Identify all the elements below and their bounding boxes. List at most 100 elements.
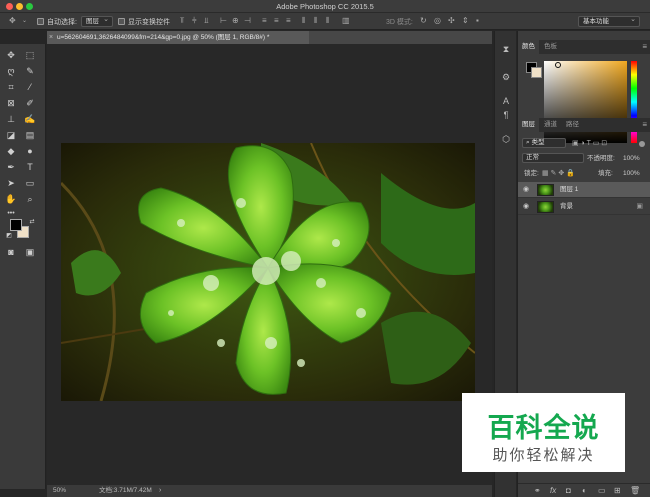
path-selection-tool-icon[interactable]: ➤ xyxy=(4,177,18,190)
link-layers-icon[interactable]: ⚭ xyxy=(534,485,541,497)
distribute-hcenter-icon[interactable]: ⦀ xyxy=(314,16,318,26)
auto-select-checkbox[interactable]: 自动选择: xyxy=(37,17,77,27)
chevron-down-icon[interactable]: ⌄ xyxy=(22,16,27,26)
distribute-bottom-icon[interactable]: ≡ xyxy=(286,16,291,26)
blur-tool-icon[interactable]: ◆ xyxy=(4,145,18,158)
layer-name[interactable]: 背景 xyxy=(560,199,573,215)
search-icon: ⌕ xyxy=(526,139,530,146)
filter-toggle-icons[interactable]: ▣ ◑ T ▭ ⊡ xyxy=(572,137,607,150)
distribute-top-icon[interactable]: ≡ xyxy=(262,16,267,26)
eye-icon[interactable]: ◉ xyxy=(523,182,529,198)
toolbox: ✥ ⬚ ღ ✎ ⌗ ⁄ ⊠ ✐ ⊥ ✍ ◪ ▤ ◆ ● ✒ T ➤ ▭ ✋ ⌕ … xyxy=(0,44,46,489)
layer-thumbnail xyxy=(537,184,554,196)
add-mask-icon[interactable]: ◘ xyxy=(566,485,571,497)
tab-layers[interactable]: 图层 xyxy=(518,118,539,132)
fill-value[interactable]: 100% xyxy=(623,167,640,180)
layer-thumbnail xyxy=(537,201,554,213)
pen-tool-icon[interactable]: ✒ xyxy=(4,161,18,174)
document-tab-bar: × u=562604691,3626484099&fm=214&gp=0.jpg… xyxy=(47,31,492,44)
3d-panel-icon[interactable]: ⬡ xyxy=(500,133,512,145)
quick-mask-icon[interactable]: ◙ xyxy=(4,246,18,259)
healing-brush-tool-icon[interactable]: ⊠ xyxy=(4,97,18,110)
gradient-tool-icon[interactable]: ▤ xyxy=(23,129,37,142)
history-panel-icon[interactable]: ⧗ xyxy=(500,43,512,55)
new-layer-icon[interactable]: ⊞ xyxy=(614,485,621,497)
fill-label: 填充: xyxy=(598,170,613,177)
align-left-icon[interactable]: ⊢ xyxy=(220,16,227,26)
auto-select-dropdown[interactable]: 图层 xyxy=(81,15,113,27)
paragraph-panel-icon[interactable]: ¶ xyxy=(500,109,512,121)
quick-select-tool-icon[interactable]: ✎ xyxy=(23,65,37,78)
layer-row[interactable]: ◉ 图层 1 xyxy=(518,182,650,198)
eye-icon[interactable]: ◉ xyxy=(523,199,529,215)
dodge-tool-icon[interactable]: ● xyxy=(23,145,37,158)
adjustments-panel-icon[interactable]: ⚙ xyxy=(500,71,512,83)
tab-paths[interactable]: 路径 xyxy=(562,118,583,132)
default-colors-icon[interactable]: ◩ xyxy=(2,230,16,243)
auto-align-icon[interactable]: ▥ xyxy=(342,16,350,26)
background-color[interactable] xyxy=(531,67,542,78)
slide-3d-icon[interactable]: ⇕ xyxy=(462,16,469,26)
zoom-tool-icon[interactable]: ⌕ xyxy=(23,193,37,206)
roll-3d-icon[interactable]: ◎ xyxy=(434,16,441,26)
move-tool-preset-icon[interactable]: ✥ xyxy=(9,16,16,26)
filter-switch[interactable] xyxy=(639,141,645,147)
document-tab[interactable]: × u=562604691,3626484099&fm=214&gp=0.jpg… xyxy=(47,31,309,44)
swap-colors-icon[interactable]: ⇄ xyxy=(25,216,39,229)
show-transform-label: 显示变换控件 xyxy=(128,19,170,26)
tab-color[interactable]: 颜色 xyxy=(518,40,539,54)
close-icon[interactable]: × xyxy=(49,31,53,44)
hand-tool-icon[interactable]: ✋ xyxy=(4,193,18,206)
tab-channels[interactable]: 通道 xyxy=(540,118,561,132)
tab-swatches[interactable]: 色板 xyxy=(540,40,561,54)
workspace-dropdown[interactable]: 基本功能 xyxy=(578,15,640,27)
panel-menu-icon[interactable]: ≡ xyxy=(642,118,647,132)
layer-style-icon[interactable]: fx xyxy=(550,485,556,497)
layer-filter-dropdown[interactable]: ⌕ 类型 xyxy=(522,138,566,148)
watermark-subtitle: 助你轻松解决 xyxy=(492,446,595,464)
history-brush-tool-icon[interactable]: ✍ xyxy=(23,113,37,126)
distribute-vcenter-icon[interactable]: ≡ xyxy=(274,16,279,26)
lock-icon: ▣ xyxy=(636,203,643,210)
distribute-left-icon[interactable]: ⦀ xyxy=(302,16,306,26)
align-vcenter-icon[interactable]: ⫩ xyxy=(192,16,197,26)
lock-icons[interactable]: ▦ ✎ ✥ 🔒 xyxy=(542,167,575,180)
scale-3d-icon[interactable]: ▪ xyxy=(476,16,479,26)
move-tool-icon[interactable]: ✥ xyxy=(4,49,18,62)
eraser-tool-icon[interactable]: ◪ xyxy=(4,129,18,142)
lasso-tool-icon[interactable]: ღ xyxy=(4,65,18,78)
orbit-3d-icon[interactable]: ↻ xyxy=(420,16,427,26)
status-menu-icon[interactable]: › xyxy=(159,485,161,497)
align-top-icon[interactable]: ⫪ xyxy=(180,16,185,26)
layers-panel-footer: ⚭ fx ◘ ◐ ▭ ⊞ 🗑 xyxy=(518,483,650,497)
mode-3d-label: 3D 模式: xyxy=(386,19,413,26)
opacity-value[interactable]: 100% xyxy=(623,152,640,165)
new-group-icon[interactable]: ▭ xyxy=(598,485,606,497)
zoom-level[interactable]: 50% xyxy=(53,485,66,497)
eyedropper-tool-icon[interactable]: ⁄ xyxy=(23,81,37,94)
distribute-right-icon[interactable]: ⦀ xyxy=(326,16,330,26)
rectangle-tool-icon[interactable]: ▭ xyxy=(23,177,37,190)
crop-tool-icon[interactable]: ⌗ xyxy=(4,81,18,94)
align-bottom-icon[interactable]: ⫫ xyxy=(204,16,209,26)
align-right-icon[interactable]: ⊣ xyxy=(244,16,251,26)
canvas-image[interactable] xyxy=(61,143,475,401)
status-bar: 50% 文档:3.71M/7.42M › xyxy=(47,485,492,497)
panel-menu-icon[interactable]: ≡ xyxy=(642,40,647,54)
character-panel-icon[interactable]: A xyxy=(500,95,512,107)
show-transform-checkbox[interactable]: 显示变换控件 xyxy=(118,17,170,27)
foreground-color-swatch[interactable] xyxy=(10,219,22,231)
color-picker-cursor[interactable] xyxy=(555,62,561,68)
delete-layer-icon[interactable]: 🗑 xyxy=(630,485,640,497)
type-tool-icon[interactable]: T xyxy=(23,161,37,174)
adjustment-layer-icon[interactable]: ◐ xyxy=(582,485,587,497)
clone-stamp-tool-icon[interactable]: ⊥ xyxy=(4,113,18,126)
layer-row[interactable]: ◉ 背景 ▣ xyxy=(518,199,650,215)
screen-mode-icon[interactable]: ▣ xyxy=(23,246,37,259)
blend-mode-dropdown[interactable]: 正常 xyxy=(522,153,584,163)
brush-tool-icon[interactable]: ✐ xyxy=(23,97,37,110)
drag-3d-icon[interactable]: ✣ xyxy=(448,16,455,26)
marquee-tool-icon[interactable]: ⬚ xyxy=(23,49,37,62)
align-hcenter-icon[interactable]: ⊕ xyxy=(232,16,239,26)
layer-name[interactable]: 图层 1 xyxy=(560,182,578,198)
